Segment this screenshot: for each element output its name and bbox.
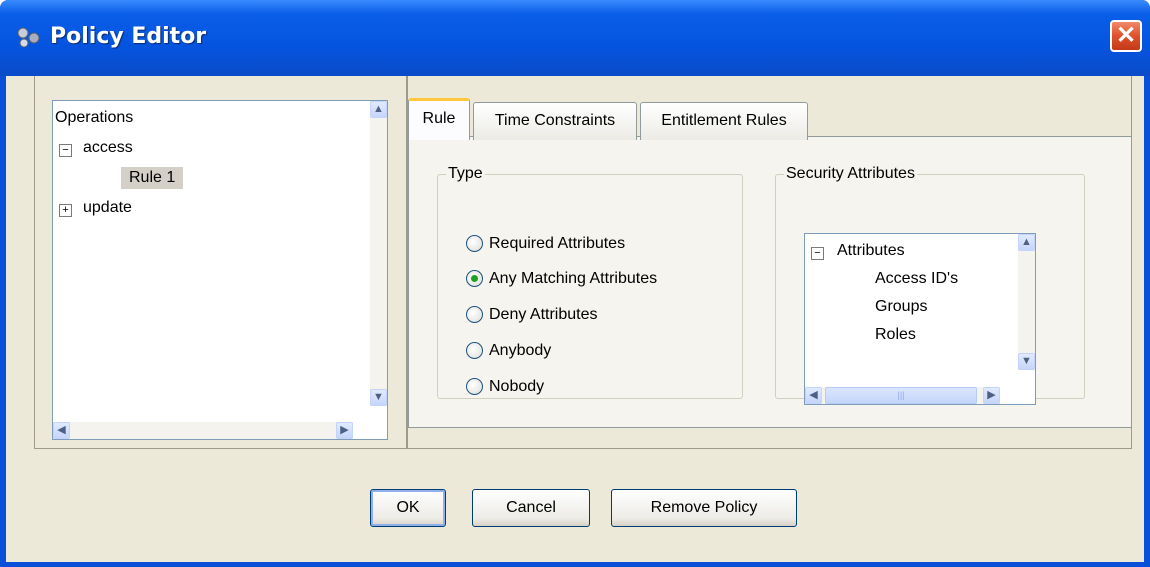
collapse-icon[interactable]: − — [59, 144, 72, 157]
tree-content: Operations − access Rule 1 + update — [53, 101, 353, 407]
scroll-right-icon[interactable]: ▶ — [983, 387, 1000, 404]
tree-node-update[interactable]: update — [83, 199, 132, 217]
scroll-left-icon[interactable]: ◀ — [805, 387, 822, 404]
scroll-up-icon[interactable]: ▲ — [1018, 234, 1035, 251]
scroll-down-icon[interactable]: ▼ — [370, 389, 387, 406]
close-icon: ✕ — [1115, 22, 1137, 49]
expand-icon[interactable]: + — [59, 204, 72, 217]
type-legend: Type — [448, 165, 483, 182]
tab-rule[interactable]: Rule — [408, 98, 470, 140]
radio-deny-attributes[interactable]: Deny Attributes — [466, 306, 598, 324]
tree-node-access-ids[interactable]: Access ID's — [875, 270, 958, 288]
close-button[interactable]: ✕ — [1110, 20, 1142, 52]
radio-required-attributes[interactable]: Required Attributes — [466, 235, 625, 253]
radio-label: Any Matching Attributes — [489, 270, 658, 287]
tree-node-groups[interactable]: Groups — [875, 298, 927, 316]
radio-label: Required Attributes — [489, 235, 626, 252]
attributes-tree[interactable]: − Attributes Access ID's Groups Roles ▲ … — [804, 233, 1036, 405]
radio-label: Deny Attributes — [489, 306, 598, 323]
tree-node-rule-1[interactable]: Rule 1 — [121, 167, 184, 189]
tab-time-constraints[interactable]: Time Constraints — [473, 102, 637, 140]
title-bar[interactable]: Policy Editor ✕ — [0, 0, 1150, 76]
security-attributes-legend: Security Attributes — [786, 165, 915, 182]
attributes-horizontal-scrollbar[interactable]: ◀ ||| ▶ — [805, 387, 1000, 404]
tree-node-access[interactable]: access — [83, 139, 133, 157]
tree-vertical-scrollbar[interactable]: ▲ ▼ — [370, 101, 387, 406]
scroll-up-icon[interactable]: ▲ — [370, 101, 387, 118]
collapse-icon[interactable]: − — [811, 247, 824, 260]
radio-anybody[interactable]: Anybody — [466, 342, 551, 360]
scroll-thumb[interactable]: ||| — [825, 387, 977, 404]
operations-tree[interactable]: Operations − access Rule 1 + update ▲ ▼ … — [52, 100, 388, 440]
tree-root-operations[interactable]: Operations — [55, 109, 133, 127]
scroll-left-icon[interactable]: ◀ — [53, 422, 70, 439]
tree-node-attributes[interactable]: Attributes — [837, 242, 905, 260]
radio-icon[interactable] — [466, 235, 483, 253]
attributes-vertical-scrollbar[interactable]: ▲ ▼ — [1018, 234, 1035, 370]
radio-any-matching-attributes[interactable]: Any Matching Attributes — [466, 270, 657, 288]
radio-label: Anybody — [489, 342, 552, 359]
policy-editor-window: Policy Editor ✕ Operations − access Rule… — [0, 0, 1150, 567]
tree-horizontal-scrollbar[interactable]: ◀ ▶ — [53, 422, 353, 439]
radio-icon[interactable] — [466, 306, 483, 324]
window-title: Policy Editor — [50, 24, 207, 49]
radio-label: Nobody — [489, 378, 545, 395]
radio-icon[interactable] — [466, 342, 483, 360]
scroll-down-icon[interactable]: ▼ — [1018, 353, 1035, 370]
type-group: Type Required Attributes Any Matching At… — [437, 165, 743, 399]
cancel-button[interactable]: Cancel — [472, 489, 590, 527]
tab-entitlement-rules[interactable]: Entitlement Rules — [640, 102, 808, 140]
ok-button[interactable]: OK — [370, 489, 446, 527]
tree-node-roles[interactable]: Roles — [875, 326, 916, 344]
scroll-right-icon[interactable]: ▶ — [336, 422, 353, 439]
radio-nobody[interactable]: Nobody — [466, 378, 544, 396]
radio-checked-icon[interactable] — [466, 270, 483, 288]
radio-icon[interactable] — [466, 378, 483, 396]
dialog-client-area: Operations − access Rule 1 + update ▲ ▼ … — [6, 76, 1144, 562]
policy-icon — [17, 27, 40, 48]
remove-policy-button[interactable]: Remove Policy — [611, 489, 797, 527]
security-attributes-group: Security Attributes − Attributes Access … — [775, 165, 1085, 405]
tab-content: Type Required Attributes Any Matching At… — [408, 136, 1132, 428]
